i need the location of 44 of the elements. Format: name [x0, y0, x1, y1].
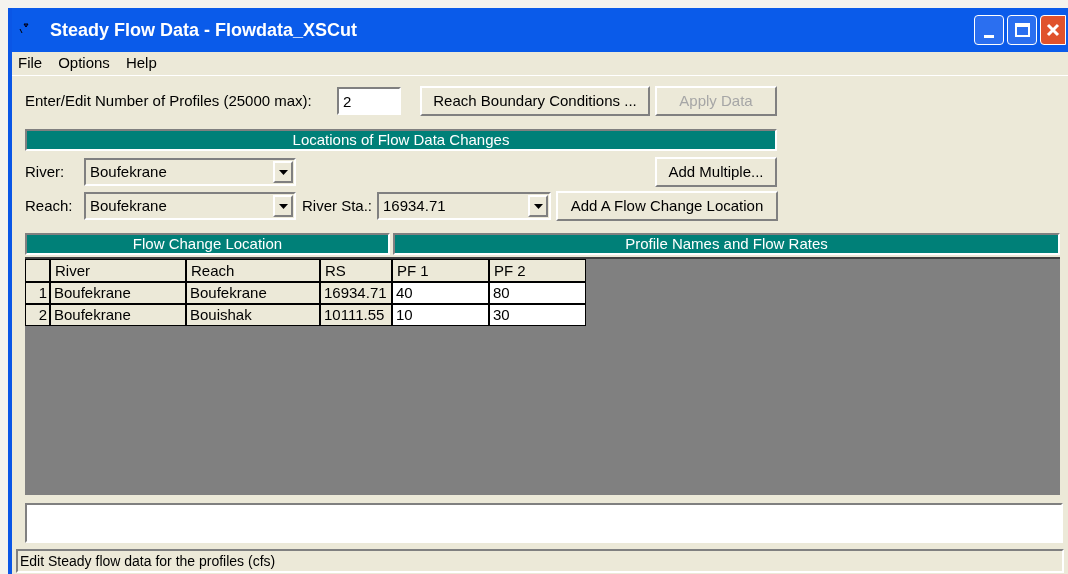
- input-field[interactable]: 2: [337, 87, 401, 115]
- column-header[interactable]: Reach: [186, 259, 320, 282]
- push-button[interactable]: Add A Flow Change Location: [556, 191, 778, 221]
- row-number: 2: [25, 304, 50, 326]
- table-cell: 16934.71: [320, 282, 392, 304]
- table-cell[interactable]: 80: [489, 282, 586, 304]
- maximize-button[interactable]: [1007, 15, 1037, 45]
- field-label: River:: [25, 161, 66, 182]
- table-cell[interactable]: 40: [392, 282, 489, 304]
- table-cell: 10111.55: [320, 304, 392, 326]
- window-title: Steady Flow Data - Flowdata_XSCut: [50, 18, 359, 42]
- dropdown-field[interactable]: 16934.71: [377, 192, 551, 220]
- status-bar: Edit Steady flow data for the profiles (cfs): [16, 549, 1064, 573]
- dropdown-field[interactable]: Boufekrane: [84, 158, 296, 186]
- table-cell: Boufekrane: [186, 282, 320, 304]
- menu-item[interactable]: Options: [56, 52, 112, 75]
- caret-icon: [273, 195, 293, 217]
- caret-icon: [273, 161, 293, 183]
- group-header: Profile Names and Flow Rates: [393, 233, 1060, 255]
- table-cell: Boufekrane: [50, 304, 186, 326]
- push-button[interactable]: Add Multiple...: [655, 157, 777, 187]
- push-button[interactable]: Reach Boundary Conditions ...: [420, 86, 650, 116]
- field-label: River Sta.:: [302, 195, 374, 216]
- minimize-button[interactable]: [974, 15, 1004, 45]
- table-cell[interactable]: 30: [489, 304, 586, 326]
- table-cell: Boufekrane: [50, 282, 186, 304]
- section-header: Locations of Flow Data Changes: [25, 129, 777, 151]
- field-label: Enter/Edit Number of Profiles (25000 max):: [25, 90, 313, 111]
- column-header[interactable]: PF 1: [392, 259, 489, 282]
- column-header[interactable]: PF 2: [489, 259, 586, 282]
- group-header: Flow Change Location: [25, 233, 390, 255]
- table-cell: Bouishak: [186, 304, 320, 326]
- column-header[interactable]: RS: [320, 259, 392, 282]
- dropdown-field[interactable]: Boufekrane: [84, 192, 296, 220]
- column-header[interactable]: River: [50, 259, 186, 282]
- menu-item[interactable]: Help: [123, 52, 159, 75]
- table-cell[interactable]: 10: [392, 304, 489, 326]
- row-number: 1: [25, 282, 50, 304]
- menu-item[interactable]: File: [16, 52, 45, 75]
- close-button[interactable]: [1040, 15, 1066, 45]
- close-icon: [1046, 23, 1060, 37]
- caret-icon: [528, 195, 548, 217]
- field-label: Reach:: [25, 195, 74, 216]
- corner-cell: [25, 259, 50, 282]
